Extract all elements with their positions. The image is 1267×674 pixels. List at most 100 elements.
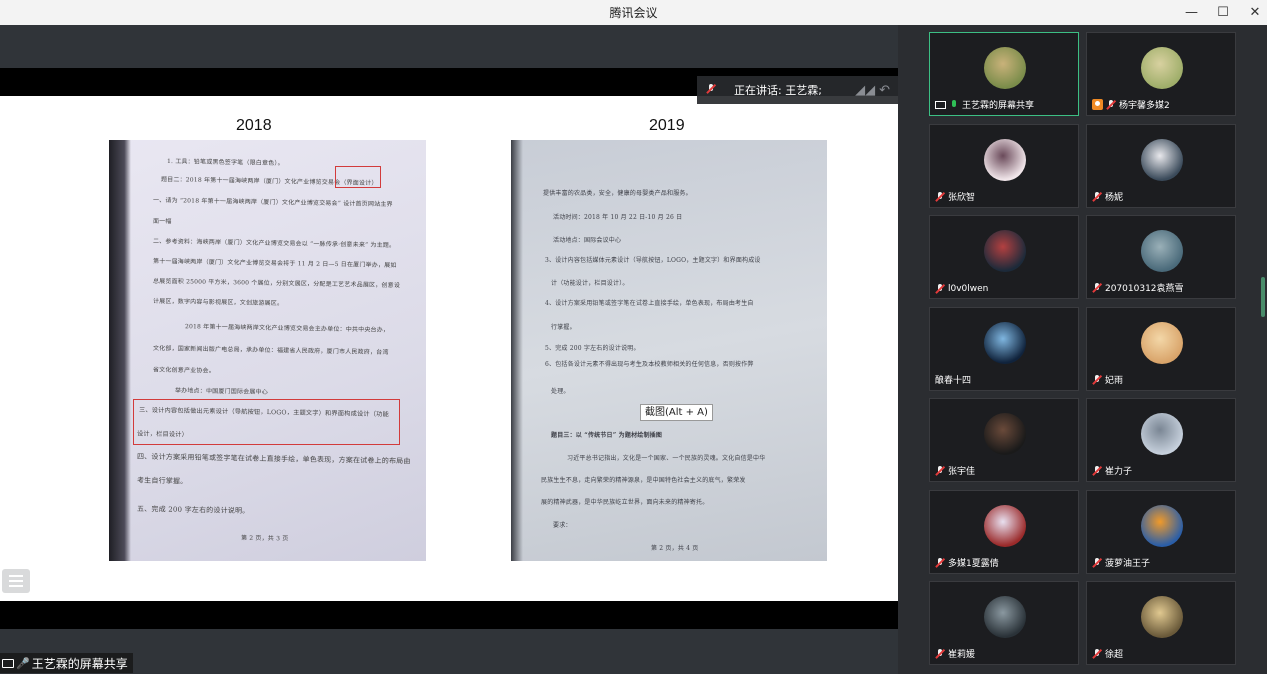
participant-name-row: 杨宇馨多媒2: [1092, 98, 1170, 111]
exam-photo-2018: 1. 工具：铅笔或黑色签字笔（限白章色）。 题目二：2018 年第十一届海峡两岸（…: [109, 140, 426, 561]
letterbox-bottom: [0, 601, 898, 629]
mic-muted-icon: [935, 283, 945, 294]
mic-muted-icon: [1106, 99, 1116, 110]
participant-avatar: [984, 322, 1026, 364]
participant-name-row: 崔莉媛: [935, 647, 975, 660]
doc-text-line: 五、完成 200 字左右的设计说明。: [136, 505, 250, 515]
minimize-button[interactable]: —: [1185, 5, 1198, 20]
participant-avatar: [1141, 322, 1183, 364]
photo-shadow-edge: [109, 140, 131, 561]
participant-name: 菠萝油王子: [1105, 559, 1151, 569]
title-bar: 腾讯会议 — ☐ ✕: [0, 0, 1267, 25]
back-arrow-icon[interactable]: ↶: [879, 83, 890, 98]
participant-name-row: 杨妮: [1092, 190, 1123, 203]
window-title: 腾讯会议: [609, 6, 658, 20]
doc-text-line: 5、完成 200 字左右的设计说明。: [545, 345, 640, 352]
participant-tile[interactable]: 王艺霖的屏幕共享: [929, 32, 1079, 116]
mic-muted-icon: [1092, 374, 1102, 385]
participant-name-row: 徐超: [1092, 647, 1123, 660]
doc-text-line: 四、设计方案采用铅笔或签字笔在试卷上直接手绘，单色表现，方案在试卷上的布局由: [136, 452, 411, 466]
participant-name-row: 妃雨: [1092, 373, 1123, 386]
highlight-box-design-content: [133, 399, 400, 445]
photo-shadow-edge: [511, 140, 523, 561]
highlight-box-interface-design: [335, 166, 381, 188]
doc-text-line: 4、设计方案采用铅笔或签字笔在试卷上直接手绘，单色表现，布局由考生自: [545, 300, 754, 307]
mic-muted-icon: [935, 648, 945, 659]
doc-text-line: 一、请为 “2018 年第十一届海峡两岸（厦门）文化产业博览交易会” 设计首页网…: [152, 196, 393, 209]
speaking-indicator: 正在讲话: 王艺霖; ◢◢ ↶: [697, 76, 898, 104]
participant-avatar: [1141, 47, 1183, 89]
doc-text-line: 要求：: [553, 522, 572, 529]
mic-muted-icon: [1092, 557, 1102, 568]
doc-text-line: 处理。: [551, 388, 570, 395]
window-controls: — ☐ ✕: [1185, 0, 1261, 25]
doc-text-line: 6、包括各设计元素不得出现与考生及本校教师相关的任何信息，否则按作弊: [545, 361, 754, 368]
participant-name-row: 张宇佳: [935, 464, 975, 477]
mic-muted-icon: [1092, 465, 1102, 476]
collapse-icon[interactable]: ◢◢: [855, 83, 875, 98]
doc-text-line: 1. 工具：铅笔或黑色签字笔（限白章色）。: [166, 157, 284, 168]
participant-tile[interactable]: 崔莉媛: [929, 581, 1079, 665]
participant-avatar: [984, 47, 1026, 89]
doc-text-line: 2018 年第十一届海峡两岸文化产业博览交易会主办单位：中共中央台办，: [184, 323, 390, 334]
mic-muted-icon: [935, 191, 945, 202]
shared-slide: 2018 2019 1. 工具：铅笔或黑色签字笔（限白章色）。 题目二：2018 …: [0, 96, 898, 601]
sidebar-toggle-button[interactable]: [2, 569, 30, 593]
participant-tile[interactable]: l0v0lwen: [929, 215, 1079, 299]
participant-name: 杨妮: [1105, 193, 1124, 203]
participant-name: 多媒1夏露倩: [948, 559, 999, 569]
participant-name: 徐超: [1105, 650, 1124, 660]
screenshot-tooltip: 截图(Alt + A): [640, 404, 713, 421]
doc-text-line: 习近平总书记指出，文化是一个国家、一个民族的灵魂。文化自信是中华: [567, 455, 766, 462]
speaking-label: 正在讲话: 王艺霖;: [734, 84, 822, 97]
participant-tile[interactable]: 菠萝油王子: [1086, 490, 1236, 574]
participant-name-row: 多媒1夏露倩: [935, 556, 999, 569]
user-avatar-icon: [1092, 99, 1103, 110]
mic-muted-icon: [935, 557, 945, 568]
mic-active-icon: [949, 99, 959, 110]
participant-tile[interactable]: 多媒1夏露倩: [929, 490, 1079, 574]
menu-line-icon: [9, 575, 23, 577]
speaking-nav[interactable]: ◢◢ ↶: [855, 83, 890, 98]
screen-share-area[interactable]: 2018 2019 1. 工具：铅笔或黑色签字笔（限白章色）。 题目二：2018 …: [0, 25, 898, 674]
participant-tile[interactable]: 张欣智: [929, 124, 1079, 208]
participant-tile[interactable]: 酿春十四: [929, 307, 1079, 391]
participant-tile[interactable]: 妃雨: [1086, 307, 1236, 391]
participant-gallery[interactable]: 王艺霖的屏幕共享 杨宇馨多媒2 张欣智 杨妮 l0v0lwen 207010312袁燕雪酿…: [898, 25, 1267, 674]
doc-text-line: 总展览面积 25000 平方米，3600 个展位，分别文展区，分配是工艺艺术品展…: [152, 277, 401, 290]
doc-text-line: 省文化创意产业协会。: [152, 366, 216, 375]
menu-line-icon: [9, 580, 23, 582]
participant-name: 张宇佳: [948, 467, 976, 477]
participant-tile[interactable]: 杨宇馨多媒2: [1086, 32, 1236, 116]
participant-name: 妃雨: [1105, 376, 1124, 386]
doc-text-line: 活动地点：国际会议中心: [553, 237, 622, 244]
participant-name-row: 王艺霖的屏幕共享: [935, 98, 1034, 111]
doc-text-line: 计展区，数字内容与影视展区，文创旅游展区。: [152, 297, 284, 308]
participant-name-row: 张欣智: [935, 190, 975, 203]
participant-tile[interactable]: 崔力子: [1086, 398, 1236, 482]
doc-text-line: 提供丰富的农品类，安全，健康的母婴类产品和服务。: [543, 190, 692, 197]
participant-avatar: [984, 413, 1026, 455]
doc-text-line: 二、参考资料：海峡两岸（厦门）文化产业博览交易会以 “一脉传承·创意未来” 为主…: [152, 237, 396, 250]
doc-text-line: 第 2 页，共 3 页: [240, 534, 289, 543]
participant-tile[interactable]: 207010312袁燕雪: [1086, 215, 1236, 299]
year-label-left: 2018: [236, 117, 272, 134]
participant-name-row: 207010312袁燕雪: [1092, 281, 1184, 294]
doc-text-line: 第 2 页，共 4 页: [651, 545, 699, 552]
participant-avatar: [1141, 505, 1183, 547]
menu-line-icon: [9, 585, 23, 587]
close-button[interactable]: ✕: [1249, 5, 1261, 20]
participant-name-row: 酿春十四: [935, 373, 971, 386]
mic-active-icon: 🎤: [16, 656, 30, 670]
meeting-window: 腾讯会议 — ☐ ✕ 2018 2019 1. 工具：铅笔或黑色签字笔（限白章色…: [0, 0, 1267, 674]
participant-name-row: 崔力子: [1092, 464, 1132, 477]
participant-name: 酿春十四: [935, 376, 972, 386]
participant-avatar: [984, 505, 1026, 547]
gallery-scrollbar[interactable]: [1261, 277, 1265, 317]
participant-name: 张欣智: [948, 193, 976, 203]
participant-avatar: [1141, 596, 1183, 638]
participant-tile[interactable]: 张宇佳: [929, 398, 1079, 482]
maximize-button[interactable]: ☐: [1217, 5, 1229, 20]
participant-tile[interactable]: 杨妮: [1086, 124, 1236, 208]
participant-tile[interactable]: 徐超: [1086, 581, 1236, 665]
